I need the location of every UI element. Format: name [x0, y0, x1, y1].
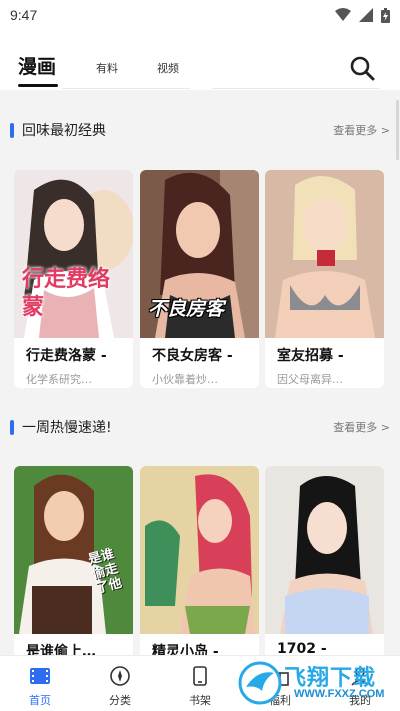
- nav-home[interactable]: 首页: [0, 656, 80, 711]
- comic-cover: 行走费络蒙: [14, 170, 133, 338]
- system-icons: [335, 7, 390, 23]
- comic-title: 1702 -: [277, 641, 327, 657]
- status-bar: 9:47: [0, 0, 400, 30]
- comic-cover: [265, 466, 384, 634]
- section-accent-bar: [10, 419, 14, 435]
- watermark-bird-icon: [238, 661, 282, 705]
- tablet-icon: [193, 666, 207, 686]
- comic-card[interactable]: 不良房客 不良女房客 - 小伙靠着炒…: [140, 170, 259, 388]
- nav-category-label: 分类: [109, 694, 131, 707]
- search-icon[interactable]: [348, 54, 376, 82]
- cover-illustration: [265, 466, 384, 634]
- comic-cover: 不良房客: [140, 170, 259, 338]
- comic-title: 室友招募 -: [277, 348, 344, 364]
- comic-description: 小伙靠着炒…: [152, 373, 218, 386]
- tab-youliao-label: 有料: [96, 62, 118, 75]
- nav-home-label: 首页: [29, 694, 51, 707]
- nav-bookshelf-label: 书架: [189, 694, 211, 707]
- comic-description: 化学系研究…: [26, 373, 92, 386]
- section-header-weekly: 一周热慢速递! 查看更多 >: [0, 415, 400, 439]
- film-icon: [30, 668, 50, 684]
- battery-icon: [381, 7, 390, 23]
- comic-title: 行走费洛蒙 -: [26, 348, 107, 364]
- comic-card[interactable]: 精灵小岛 -: [140, 466, 259, 666]
- comic-cover: [265, 170, 384, 338]
- comic-cover: [140, 466, 259, 634]
- comic-cover: 是谁偷走了他: [14, 466, 133, 634]
- top-nav: 漫画 有料 视频: [0, 30, 400, 90]
- section-title: 一周热慢速递!: [22, 420, 112, 436]
- signal-icon: [359, 8, 373, 22]
- watermark-url: WWW.FXXZ.COM: [294, 688, 385, 700]
- watermark-logo: 飞翔下载 WWW.FXXZ.COM: [236, 658, 396, 708]
- tab-youliao[interactable]: 有料: [96, 60, 118, 76]
- nav-category[interactable]: 分类: [80, 656, 160, 711]
- cover-title-art: 行走费络蒙: [22, 267, 111, 320]
- tab-video-label: 视频: [157, 62, 179, 75]
- tab-comics[interactable]: 漫画: [18, 52, 58, 87]
- wifi-icon: [335, 8, 351, 21]
- compass-icon: [110, 666, 130, 686]
- comic-card[interactable]: 1702 -: [265, 466, 384, 666]
- tab-video[interactable]: 视频: [157, 60, 179, 76]
- nav-divider: [62, 88, 190, 89]
- comic-description: 因父母离异…: [277, 373, 343, 386]
- section-header-classics: 回味最初经典 查看更多 >: [0, 118, 400, 142]
- comic-card[interactable]: 室友招募 - 因父母离异…: [265, 170, 384, 388]
- see-more-link[interactable]: 查看更多 >: [333, 419, 390, 435]
- cover-illustration: [265, 170, 384, 338]
- comic-title: 不良女房客 -: [152, 348, 233, 364]
- cover-title-art: 不良房客: [148, 298, 225, 320]
- status-time: 9:47: [10, 7, 38, 23]
- nav-divider: [212, 88, 380, 89]
- comic-card[interactable]: 是谁偷走了他 是谁偷上…: [14, 466, 133, 666]
- comic-card[interactable]: 行走费络蒙 行走费洛蒙 - 化学系研究…: [14, 170, 133, 388]
- tab-comics-label: 漫画: [18, 56, 57, 78]
- section-title: 回味最初经典: [22, 123, 106, 139]
- cover-illustration: [140, 466, 259, 634]
- nav-bookshelf[interactable]: 书架: [160, 656, 240, 711]
- active-tab-underline: [18, 84, 58, 87]
- section-accent-bar: [10, 122, 14, 138]
- see-more-link[interactable]: 查看更多 >: [333, 122, 390, 138]
